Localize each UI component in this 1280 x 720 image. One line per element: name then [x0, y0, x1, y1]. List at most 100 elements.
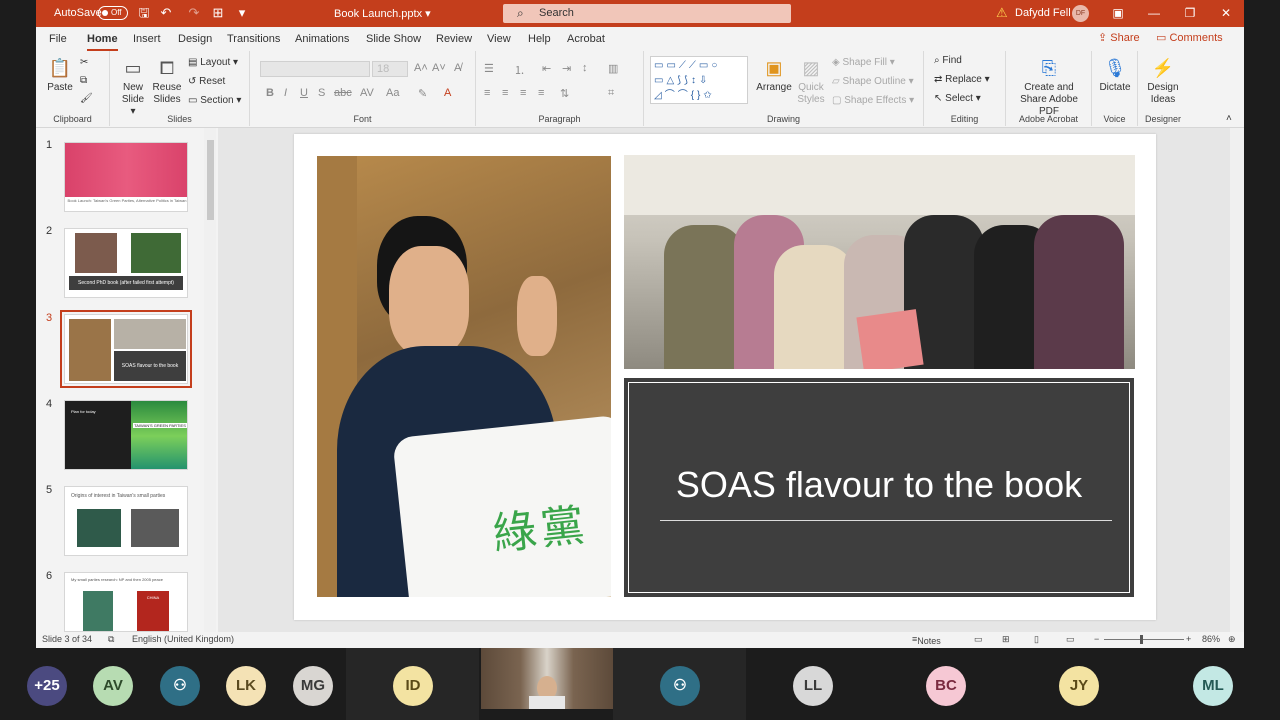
clear-formatting-icon[interactable]: A̸	[454, 62, 461, 74]
warning-icon[interactable]: ⚠	[996, 5, 1008, 21]
select-button[interactable]: ↖ Select ▾	[934, 93, 981, 104]
slide-thumbnail-4[interactable]: Plan for today TAIWAN'S GREEN PARTIES	[64, 400, 188, 470]
minimize-icon[interactable]: —	[1144, 4, 1164, 22]
new-slide-button[interactable]: ▭ New Slide ▾	[118, 56, 148, 118]
reuse-slides-button[interactable]: ⧠ Reuse Slides	[152, 56, 182, 106]
shapes-gallery[interactable]: ▭▭⟋⟋▭○ ▭△⟆⟆↕⇩ ◿⌒⌒{}✩	[650, 56, 748, 104]
zoom-out-icon[interactable]: −	[1094, 634, 1099, 644]
customize-quick-access-icon[interactable]: ▾	[234, 5, 250, 21]
thumbnails-scrollbar[interactable]	[204, 128, 216, 632]
tab-view[interactable]: View	[487, 33, 511, 45]
zoom-slider[interactable]	[1104, 635, 1184, 644]
tab-review[interactable]: Review	[436, 33, 472, 45]
create-share-pdf-button[interactable]: ⎘ Create and Share Adobe PDF	[1010, 56, 1088, 118]
share-button[interactable]: ⇪ Share	[1098, 31, 1140, 44]
tab-insert[interactable]: Insert	[133, 33, 161, 45]
strikethrough-icon[interactable]: abc	[334, 87, 352, 99]
quick-styles-button[interactable]: ▨ Quick Styles	[794, 56, 828, 106]
participant-avatar[interactable]: ML	[1193, 666, 1233, 706]
copy-icon[interactable]: ⧉	[80, 75, 87, 86]
font-name-box[interactable]	[260, 61, 370, 77]
ribbon-display-options-icon[interactable]: ▣	[1108, 4, 1128, 22]
slide-thumbnail-3[interactable]: SOAS flavour to the book	[60, 310, 192, 388]
title-placeholder[interactable]: SOAS flavour to the book	[624, 378, 1134, 597]
dictate-button[interactable]: 🎙 Dictate	[1096, 56, 1134, 94]
italic-icon[interactable]: I	[284, 87, 287, 99]
participant-avatar[interactable]: ID	[393, 666, 433, 706]
user-avatar[interactable]: DF	[1072, 5, 1089, 22]
fit-slide-icon[interactable]: ⊕	[1228, 634, 1236, 645]
notes-button[interactable]: ≡ Notes	[912, 634, 941, 646]
numbering-icon[interactable]: ⒈	[514, 62, 525, 78]
collapse-ribbon-icon[interactable]: ˄	[1226, 113, 1232, 124]
zoom-slider-thumb[interactable]	[1140, 635, 1143, 644]
underline-icon[interactable]: U	[300, 87, 308, 99]
participant-avatar[interactable]: LL	[793, 666, 833, 706]
align-right-icon[interactable]: ≡	[520, 87, 526, 99]
participant-avatar[interactable]: +25	[27, 666, 67, 706]
tab-home[interactable]: Home	[87, 33, 118, 51]
decrease-indent-icon[interactable]: ⇤	[542, 62, 551, 75]
shape-outline-button[interactable]: ▱ Shape Outline ▾	[832, 76, 914, 87]
format-painter-icon[interactable]: 🖌	[80, 93, 93, 104]
slide-thumbnail-6[interactable]: My small parties research: NP and then 2…	[64, 572, 188, 632]
tab-file[interactable]: File	[49, 33, 67, 45]
tab-transitions[interactable]: Transitions	[227, 33, 280, 45]
spelling-icon[interactable]: ⧉	[108, 634, 114, 645]
char-spacing-icon[interactable]: AV	[360, 87, 374, 99]
participant-avatar[interactable]: ⚇	[160, 666, 200, 706]
tab-help[interactable]: Help	[528, 33, 551, 45]
participant-avatar[interactable]: AV	[93, 666, 133, 706]
find-button[interactable]: ⌕ Find	[934, 55, 962, 66]
participant-video[interactable]	[481, 648, 613, 709]
tab-design[interactable]: Design	[178, 33, 212, 45]
align-center-icon[interactable]: ≡	[502, 87, 508, 99]
tab-slide-show[interactable]: Slide Show	[366, 33, 421, 45]
slide-title[interactable]: SOAS flavour to the book	[626, 464, 1132, 506]
editor-scrollbar[interactable]	[1230, 128, 1244, 632]
layout-button[interactable]: ▤ Layout ▾	[188, 57, 238, 68]
close-icon[interactable]: ✕	[1216, 4, 1236, 22]
tab-animations[interactable]: Animations	[295, 33, 349, 45]
grow-font-icon[interactable]: A˄	[414, 62, 428, 74]
text-direction-icon[interactable]: ⇅	[560, 87, 569, 100]
participant-avatar[interactable]: MG	[293, 666, 333, 706]
participant-avatar[interactable]: BC	[926, 666, 966, 706]
smartart-icon[interactable]: ⌗	[608, 87, 614, 100]
shape-fill-button[interactable]: ◈ Shape Fill ▾	[832, 57, 895, 68]
normal-view-icon[interactable]: ▭	[974, 634, 983, 645]
font-size-box[interactable]: 18	[372, 61, 408, 77]
undo-icon[interactable]: ↶	[158, 5, 174, 21]
autosave-toggle[interactable]: Off	[98, 6, 128, 20]
reading-view-icon[interactable]: ▯	[1034, 634, 1039, 645]
present-icon[interactable]: ⊞	[210, 5, 226, 21]
restore-icon[interactable]: ❐	[1180, 4, 1200, 22]
shadow-icon[interactable]: S	[318, 87, 325, 99]
speaker-photo[interactable]: 綠黨	[317, 156, 611, 597]
slide-thumbnail-5[interactable]: Origins of interest in Taiwan's small pa…	[64, 486, 188, 556]
slide-sorter-icon[interactable]: ⊞	[1002, 634, 1010, 645]
bullets-icon[interactable]: ☰	[484, 62, 494, 75]
section-button[interactable]: ▭ Section ▾	[188, 95, 241, 106]
save-icon[interactable]: 🖫	[136, 5, 152, 21]
reset-button[interactable]: ↺ Reset	[188, 76, 225, 87]
zoom-in-icon[interactable]: +	[1186, 634, 1191, 644]
columns-icon[interactable]: ▥	[608, 62, 618, 75]
increase-indent-icon[interactable]: ⇥	[562, 62, 571, 75]
redo-icon[interactable]: ↷	[186, 5, 202, 21]
arrange-button[interactable]: ▣ Arrange	[756, 56, 792, 94]
font-color-icon[interactable]: A	[444, 87, 451, 99]
bold-icon[interactable]: B	[266, 87, 274, 99]
align-left-icon[interactable]: ≡	[484, 87, 490, 99]
language-indicator[interactable]: English (United Kingdom)	[132, 634, 234, 644]
line-spacing-icon[interactable]: ↕	[582, 62, 588, 74]
change-case-icon[interactable]: Aa	[386, 87, 399, 99]
shrink-font-icon[interactable]: A˅	[432, 62, 446, 74]
current-slide[interactable]: 綠黨 SOAS flavour to the book	[294, 134, 1156, 620]
cut-icon[interactable]: ✂	[80, 57, 88, 68]
replace-button[interactable]: ⇄ Replace ▾	[934, 74, 990, 85]
justify-icon[interactable]: ≡	[538, 87, 544, 99]
zoom-level[interactable]: 86%	[1202, 634, 1220, 644]
paste-button[interactable]: 📋 Paste	[46, 56, 74, 94]
slide-thumbnail-1[interactable]: Book Launch: Taiwan's Green Parties, Alt…	[64, 142, 188, 212]
